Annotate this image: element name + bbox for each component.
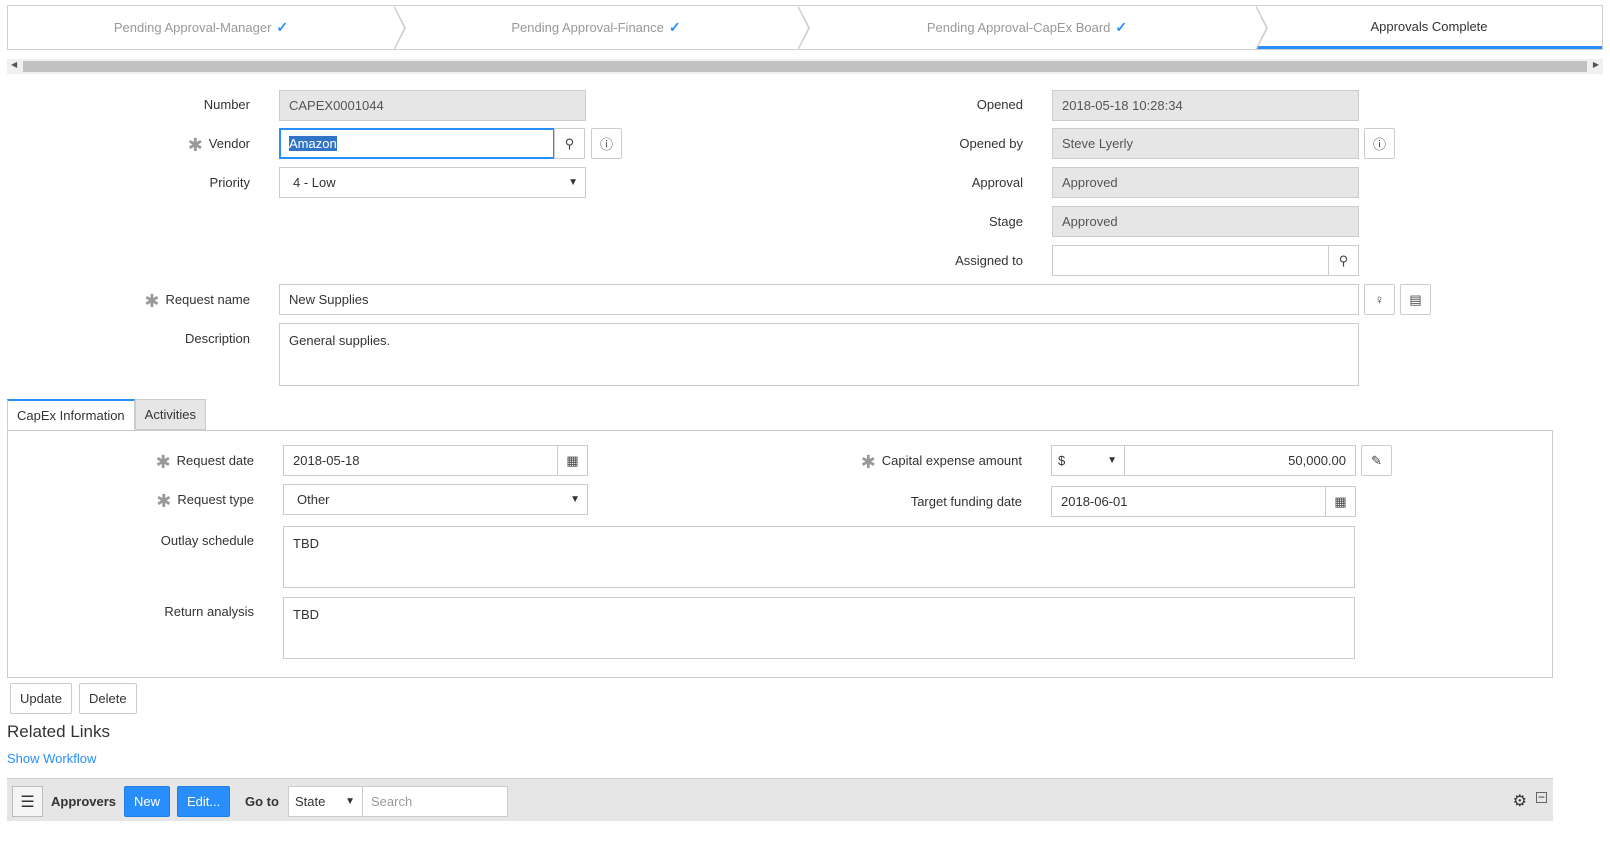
info-icon: ⓘ	[1372, 137, 1386, 152]
approvers-list-header: ☰ Approvers New Edit... Go to State ▼ Sea…	[7, 778, 1553, 821]
description-field[interactable]: General supplies.	[279, 323, 1359, 386]
request-date-field[interactable]: 2018-05-18	[283, 445, 558, 476]
vendor-label: ✱ Vendor	[187, 135, 250, 155]
form-tabs: CapEx Information Activities	[7, 399, 206, 430]
scroll-right-icon[interactable]: ▶	[1593, 60, 1599, 69]
request-date-label: ✱ Request date	[155, 452, 254, 472]
request-date-picker-button[interactable]: ▦	[557, 445, 588, 476]
flow-step-label: Pending Approval-CapEx Board	[926, 20, 1111, 35]
check-icon: ✓	[1115, 19, 1128, 35]
currency-select[interactable]: $ ▼	[1051, 445, 1125, 476]
hamburger-icon: ☰	[20, 793, 35, 811]
opened-by-label: Opened by	[959, 136, 1023, 151]
edit-amount-button[interactable]: ✎	[1361, 445, 1392, 476]
goto-field-select[interactable]: State ▼	[288, 786, 363, 817]
info-icon: ⓘ	[599, 137, 613, 152]
request-type-select[interactable]: Other ▼	[283, 484, 588, 515]
check-icon: ✓	[668, 19, 681, 35]
edit-button[interactable]: Edit...	[177, 786, 231, 817]
required-icon: ✱	[860, 452, 876, 472]
stage-label: Stage	[989, 214, 1023, 229]
priority-label: Priority	[209, 175, 250, 190]
process-flow: Pending Approval-Manager ✓ Pending Approv…	[7, 5, 1603, 51]
return-analysis-field[interactable]: TBD	[283, 597, 1355, 659]
gear-icon[interactable]: ⚙	[1513, 791, 1527, 811]
flow-step-label: Pending Approval-Finance	[511, 20, 664, 35]
approval-field[interactable]: Approved	[1052, 167, 1359, 198]
scroll-left-icon[interactable]: ◀	[11, 60, 17, 69]
flow-step-label: Approvals Complete	[1370, 18, 1488, 34]
search-icon: ⚲	[564, 135, 575, 151]
assigned-to-lookup-button[interactable]: ⚲	[1328, 245, 1359, 276]
template-button[interactable]: ▤	[1400, 284, 1431, 315]
target-date-picker-button[interactable]: ▦	[1325, 486, 1356, 517]
flow-step-finance: Pending Approval-Finance ✓	[394, 5, 810, 51]
opened-field[interactable]: 2018-05-18 10:28:34	[1052, 90, 1359, 121]
pencil-icon: ✎	[1371, 452, 1382, 468]
flow-step-complete: Approvals Complete	[1256, 6, 1602, 49]
list-title: Approvers	[51, 794, 117, 809]
new-button[interactable]: New	[124, 786, 171, 817]
stage-field[interactable]: Approved	[1052, 206, 1359, 237]
flow-step-capex-board: Pending Approval-CapEx Board ✓	[798, 5, 1268, 51]
target-funding-date-field[interactable]: 2018-06-01	[1051, 486, 1326, 517]
related-links-heading: Related Links	[7, 722, 111, 741]
number-label: Number	[203, 97, 250, 112]
description-label: Description	[184, 331, 250, 346]
caret-down-icon: ▼	[568, 177, 578, 188]
horizontal-scrollbar[interactable]: ◀ ▶	[7, 59, 1603, 74]
opened-by-field[interactable]: Steve Lyerly	[1052, 128, 1359, 159]
required-icon: ✱	[156, 491, 172, 511]
delete-button[interactable]: Delete	[79, 683, 137, 714]
assigned-to-field[interactable]	[1052, 245, 1329, 276]
opened-label: Opened	[976, 97, 1023, 112]
vendor-lookup-button[interactable]: ⚲	[554, 128, 585, 159]
assigned-to-label: Assigned to	[955, 253, 1023, 268]
calendar-icon: ▦	[1334, 493, 1347, 509]
flow-step-manager: Pending Approval-Manager ✓	[8, 5, 406, 51]
list-context-menu-button[interactable]: ☰	[12, 786, 43, 817]
request-name-label: ✱ Request name	[144, 291, 250, 311]
required-icon: ✱	[187, 135, 203, 155]
opened-by-info-button[interactable]: ⓘ	[1364, 128, 1395, 159]
suggestion-button[interactable]: ♀	[1364, 284, 1395, 315]
check-icon: ✓	[276, 19, 289, 35]
search-icon: ⚲	[1338, 252, 1349, 268]
lightbulb-icon: ♀	[1374, 292, 1385, 307]
required-icon: ✱	[155, 452, 171, 472]
outlay-schedule-label: Outlay schedule	[160, 533, 254, 548]
required-icon: ✱	[144, 291, 160, 311]
vendor-field[interactable]: Amazon	[279, 128, 555, 159]
calendar-icon: ▦	[566, 452, 579, 468]
list-search-input[interactable]: Search	[362, 786, 508, 817]
request-type-label: ✱ Request type	[156, 491, 254, 511]
number-field[interactable]: CAPEX0001044	[279, 90, 586, 121]
caret-down-icon: ▼	[345, 796, 355, 807]
return-analysis-label: Return analysis	[164, 604, 254, 619]
target-funding-date-label: Target funding date	[910, 494, 1022, 509]
capital-expense-label: ✱ Capital expense amount	[860, 452, 1022, 472]
request-name-field[interactable]: New Supplies	[279, 284, 1359, 315]
priority-select[interactable]: 4 - Low ▼	[279, 167, 586, 198]
update-button[interactable]: Update	[10, 683, 72, 714]
flow-step-label: Pending Approval-Manager	[113, 20, 272, 35]
tab-capex-information[interactable]: CapEx Information	[7, 399, 135, 430]
caret-down-icon: ▼	[570, 494, 580, 505]
tab-activities[interactable]: Activities	[134, 399, 206, 430]
outlay-schedule-field[interactable]: TBD	[283, 526, 1355, 588]
show-workflow-link[interactable]: Show Workflow	[7, 751, 96, 766]
caret-down-icon: ▼	[1107, 455, 1117, 466]
vendor-info-button[interactable]: ⓘ	[591, 128, 622, 159]
collapse-icon[interactable]: −	[1536, 791, 1547, 803]
clipboard-icon: ▤	[1409, 291, 1422, 307]
capital-expense-amount-field[interactable]: 50,000.00	[1124, 445, 1356, 476]
goto-label: Go to	[245, 794, 279, 809]
approval-label: Approval	[971, 175, 1023, 190]
scrollbar-thumb[interactable]	[23, 61, 1587, 72]
